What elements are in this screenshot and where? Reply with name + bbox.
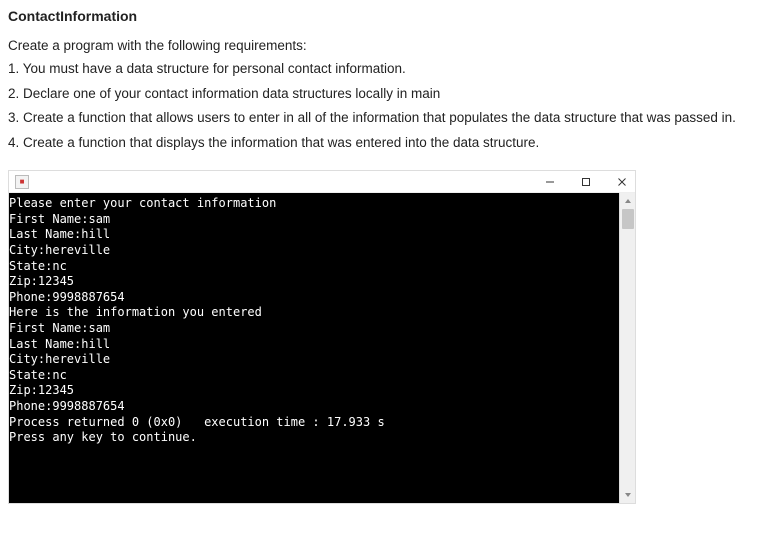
- console-line: Zip:12345: [9, 383, 615, 399]
- console-line: First Name:sam: [9, 212, 615, 228]
- console-output: Please enter your contact information Fi…: [9, 193, 619, 503]
- requirement-item: 1. You must have a data structure for pe…: [8, 59, 749, 79]
- scroll-down-icon[interactable]: [620, 487, 635, 503]
- app-icon: ■: [15, 175, 29, 189]
- minimize-button[interactable]: [543, 175, 557, 189]
- console-line: Last Name:hill: [9, 337, 615, 353]
- console-line: State:nc: [9, 259, 615, 275]
- console-line: Press any key to continue.: [9, 430, 615, 446]
- console-window: ■ Please enter your contact information …: [8, 170, 636, 504]
- console-line: City:hereville: [9, 243, 615, 259]
- intro-text: Create a program with the following requ…: [8, 38, 749, 53]
- maximize-button[interactable]: [579, 175, 593, 189]
- console-line: Zip:12345: [9, 274, 615, 290]
- console-line: Here is the information you entered: [9, 305, 615, 321]
- console-line: First Name:sam: [9, 321, 615, 337]
- requirement-item: 4. Create a function that displays the i…: [8, 133, 749, 153]
- scroll-up-icon[interactable]: [620, 193, 635, 209]
- console-line: Please enter your contact information: [9, 196, 615, 212]
- requirement-item: 3. Create a function that allows users t…: [8, 108, 749, 128]
- requirement-item: 2. Declare one of your contact informati…: [8, 84, 749, 104]
- console-line: City:hereville: [9, 352, 615, 368]
- console-line: Phone:9998887654: [9, 399, 615, 415]
- console-line: Process returned 0 (0x0) execution time …: [9, 415, 615, 431]
- window-controls: [543, 175, 629, 189]
- scroll-thumb[interactable]: [622, 209, 634, 229]
- vertical-scrollbar[interactable]: [619, 193, 635, 503]
- window-titlebar: ■: [9, 171, 635, 193]
- console-line: Last Name:hill: [9, 227, 615, 243]
- console-line: State:nc: [9, 368, 615, 384]
- console-line: Phone:9998887654: [9, 290, 615, 306]
- close-button[interactable]: [615, 175, 629, 189]
- page-title: ContactInformation: [8, 8, 749, 24]
